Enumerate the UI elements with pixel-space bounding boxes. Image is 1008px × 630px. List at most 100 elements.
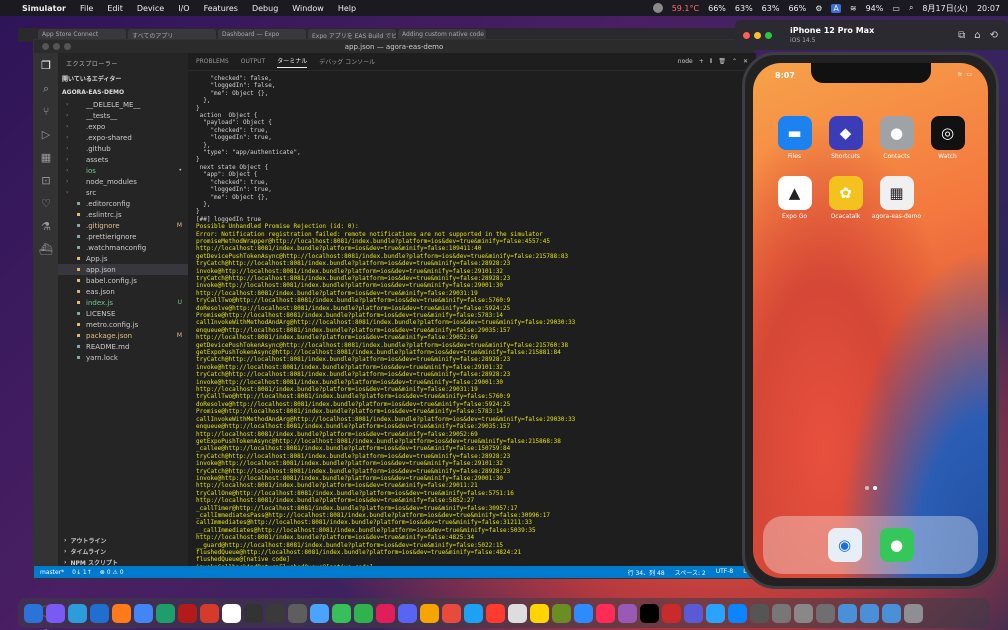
run-debug-icon[interactable]: ▷ [40, 128, 53, 141]
timeline-section[interactable]: › タイムライン [58, 546, 188, 557]
clock[interactable]: 20:07 [977, 4, 1000, 13]
dock-app-icon[interactable] [178, 603, 197, 623]
menu-device[interactable]: Device [137, 4, 164, 13]
menu-help[interactable]: Help [338, 4, 356, 13]
zoom-window-button[interactable] [765, 32, 772, 39]
tree-file[interactable]: ▪ .watchmanconfig [58, 242, 188, 253]
search-icon[interactable]: ⌕ [909, 3, 913, 13]
dock-app-icon[interactable] [24, 603, 43, 623]
split-icon[interactable]: ⫴ [710, 58, 713, 66]
app-icon-watch[interactable]: ◎ Watch [922, 116, 973, 160]
tree-file[interactable]: ▪ .gitignore M [58, 220, 188, 231]
tree-folder[interactable]: › __DELELE_ME__ [58, 99, 188, 110]
chevron-up-icon[interactable]: ⌃ [732, 58, 737, 66]
tree-file[interactable]: ▪ .prettierignore [58, 231, 188, 242]
dock-app-icon[interactable] [332, 603, 351, 623]
menu-app-simulator[interactable]: Simulator [22, 4, 66, 13]
dock-app-icon[interactable] [684, 603, 703, 623]
dock-app-icon[interactable] [376, 603, 395, 623]
dock-app-icon[interactable] [574, 603, 593, 623]
tree-file[interactable]: ▪ index.js U [58, 297, 188, 308]
dock-app-icon[interactable] [530, 603, 549, 623]
page-indicator[interactable] [865, 486, 877, 490]
app-icon-agora-eas-demo[interactable]: ▦ agora-eas-demo [871, 176, 922, 220]
dock-app-icon[interactable] [618, 603, 637, 623]
tab-debug-console[interactable]: デバッグ コンソール [319, 57, 375, 66]
battery-icon[interactable]: ▭ [892, 4, 900, 13]
heart-icon[interactable]: ♡ [40, 197, 53, 210]
cpu-usage-4[interactable]: 66% [788, 4, 806, 13]
dock-app-messages-icon[interactable]: ● [879, 528, 914, 562]
close-window-button[interactable] [42, 43, 49, 50]
plus-icon[interactable]: + [699, 58, 704, 66]
dock-app-icon[interactable] [310, 603, 329, 623]
dock-app-icon[interactable] [464, 603, 483, 623]
indentation[interactable]: スペース: 2 [675, 568, 706, 577]
dock-app-icon[interactable] [112, 603, 131, 623]
dock-app-icon[interactable] [420, 603, 439, 623]
dock-app-icon[interactable] [794, 603, 813, 623]
tree-folder[interactable]: › .expo-shared [58, 132, 188, 143]
app-icon-shortcuts[interactable]: ◆ Shortcuts [820, 116, 871, 160]
tab-terminal[interactable]: ターミナル [277, 56, 308, 68]
app-icon-files[interactable]: ▬ Files [769, 116, 820, 160]
colorful-app-icon[interactable] [652, 3, 663, 13]
close-window-button[interactable] [743, 32, 750, 39]
dock-app-icon[interactable] [68, 603, 87, 623]
cpu-temp[interactable]: 59.1°C [672, 4, 699, 13]
open-editors-section[interactable]: 開いているエディター [58, 71, 188, 86]
dock-app-icon[interactable] [508, 603, 527, 623]
menu-edit[interactable]: Edit [107, 4, 123, 13]
tree-folder[interactable]: › assets [58, 154, 188, 165]
tree-file[interactable]: ▪ .eslintrc.js [58, 209, 188, 220]
dock-app-icon[interactable] [46, 603, 65, 623]
dock-app-icon[interactable] [266, 603, 285, 623]
tree-file[interactable]: ▪ yarn.lock [58, 352, 188, 363]
dock-app-icon[interactable] [662, 603, 681, 623]
branch-indicator[interactable]: master* [40, 569, 64, 576]
app-icon-expo-go[interactable]: ▲ Expo Go [769, 176, 820, 220]
dock-app-icon[interactable] [816, 603, 835, 623]
problems-indicator[interactable]: ⊗ 0 ⚠ 0 [100, 569, 124, 576]
cpu-usage-1[interactable]: 66% [708, 4, 726, 13]
outline-section[interactable]: › アウトライン [58, 535, 188, 546]
dock-app-icon[interactable] [156, 603, 175, 623]
zoom-window-button[interactable] [64, 43, 71, 50]
tree-file[interactable]: ▪ LICENSE [58, 308, 188, 319]
dock-app-icon[interactable] [750, 603, 769, 623]
menu-window[interactable]: Window [292, 4, 324, 13]
menu-file[interactable]: File [80, 4, 93, 13]
dock-app-icon[interactable] [904, 603, 923, 623]
dock-app-icon[interactable] [838, 603, 857, 623]
tree-folder[interactable]: › ios • [58, 165, 188, 176]
dock-app-icon[interactable] [728, 603, 747, 623]
rotate-icon[interactable]: ⟲ [990, 30, 998, 41]
extensions-icon[interactable]: ▦ [40, 151, 53, 164]
cursor-position[interactable]: 行 34、列 48 [628, 568, 665, 577]
menu-debug[interactable]: Debug [252, 4, 278, 13]
tree-file[interactable]: ▪ eas.json [58, 286, 188, 297]
tree-file[interactable]: ▪ .editorconfig [58, 198, 188, 209]
test-icon[interactable]: ⚗ [40, 220, 53, 233]
tree-folder[interactable]: › src [58, 187, 188, 198]
tree-file[interactable]: ▪ App.js [58, 253, 188, 264]
dock-app-icon[interactable] [244, 603, 263, 623]
dock-app-icon[interactable] [222, 603, 241, 623]
dock-app-icon[interactable] [200, 603, 219, 623]
menu-features[interactable]: Features [204, 4, 238, 13]
tree-file[interactable]: ▪ package.json M [58, 330, 188, 341]
tree-folder[interactable]: › .github [58, 143, 188, 154]
home-icon[interactable]: ⌂ [974, 30, 980, 41]
app-icon-ocacatalk[interactable]: ✿ Ocacatalk [820, 176, 871, 220]
dock-app-icon[interactable] [134, 603, 153, 623]
dock-app-icon[interactable] [772, 603, 791, 623]
dock-app-icon[interactable] [442, 603, 461, 623]
terminal-output[interactable]: "checked": false, "loggedIn": false, "me… [188, 71, 756, 566]
date[interactable]: 8月17日(火) [922, 3, 968, 14]
sync-indicator[interactable]: 0↓ 1↑ [72, 569, 92, 576]
tree-folder[interactable]: › .expo [58, 121, 188, 132]
tree-file[interactable]: ▪ babel.config.js [58, 275, 188, 286]
dock-app-icon[interactable] [596, 603, 615, 623]
minimize-window-button[interactable] [53, 43, 60, 50]
dock-app-icon[interactable] [706, 603, 725, 623]
